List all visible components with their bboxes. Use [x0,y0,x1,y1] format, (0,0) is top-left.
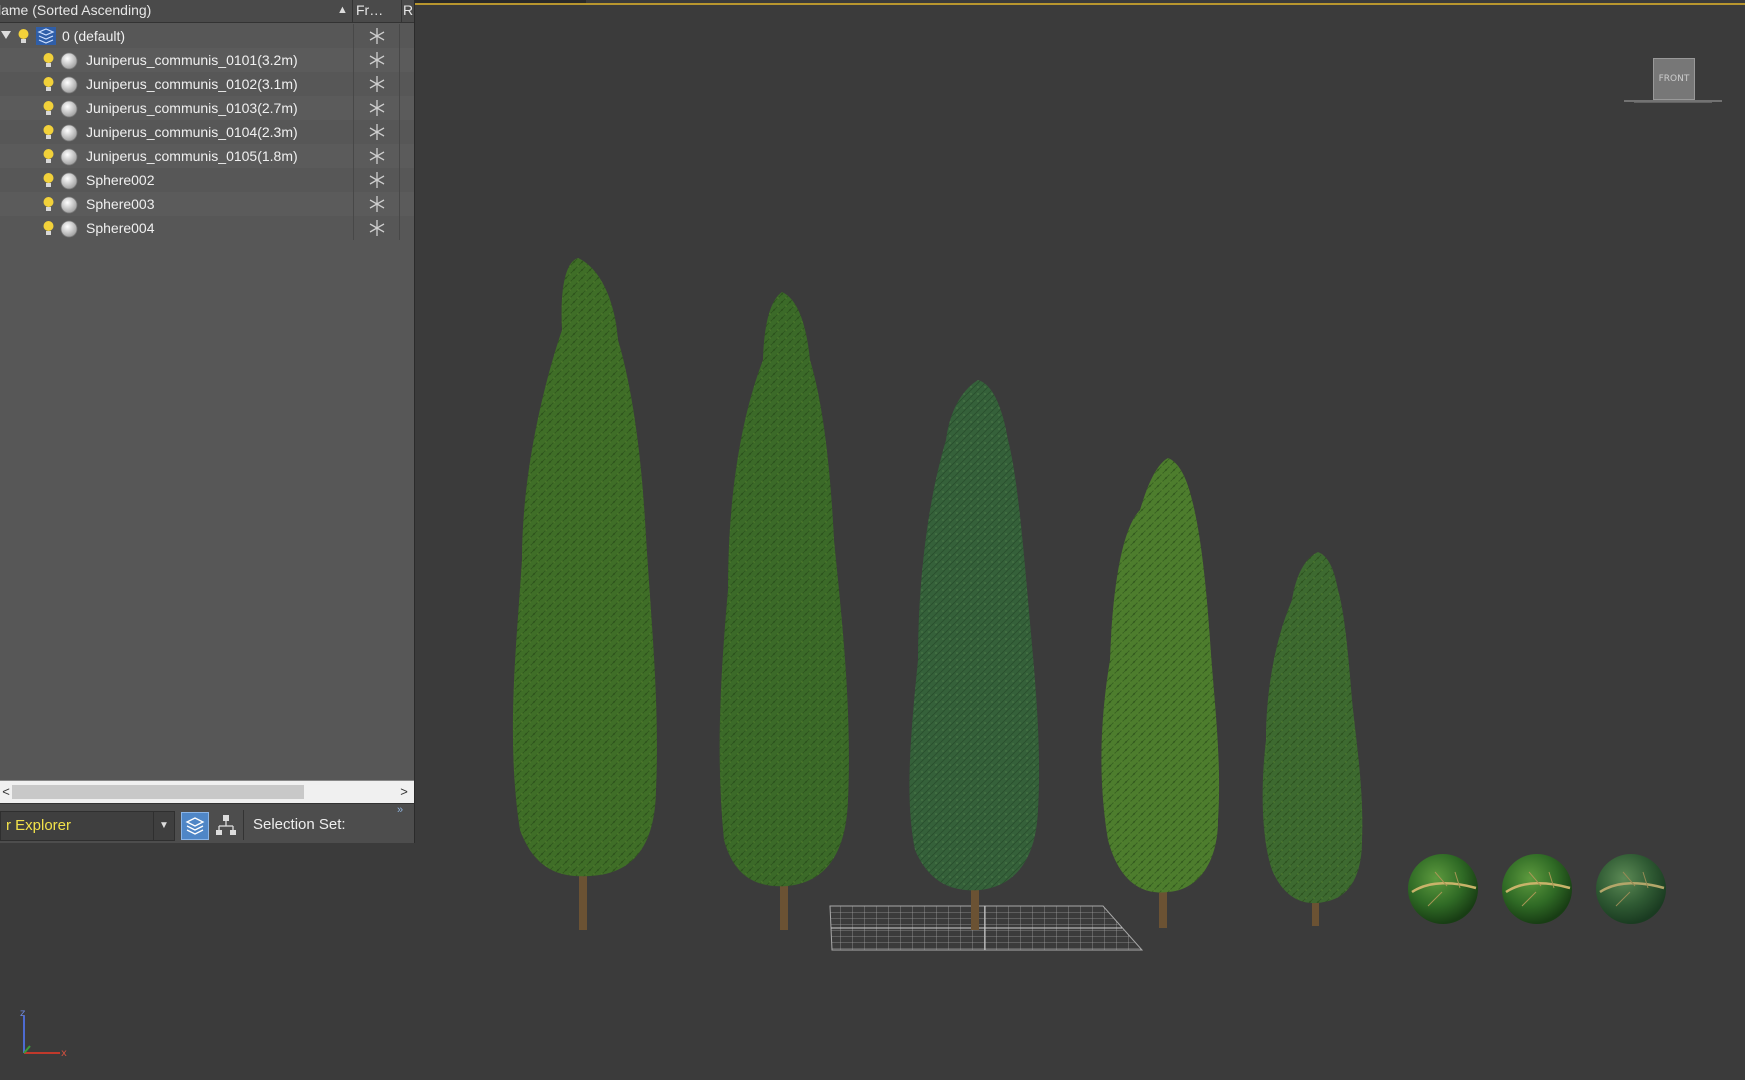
expand-arrow-icon[interactable] [1,31,11,39]
snowflake-icon[interactable] [368,75,386,93]
lightbulb-icon[interactable] [42,220,55,237]
column-header: lame (Sorted Ascending) ▲ Fr… R [0,0,414,23]
geometry-sphere-icon [60,220,78,238]
freeze-cell[interactable] [353,24,400,48]
object-name: Sphere002 [86,172,155,188]
geometry-sphere-icon [60,124,78,142]
object-name: Sphere004 [86,220,155,236]
axis-x-label: x [61,1048,67,1058]
column-freeze-header[interactable]: Fr… [353,0,402,22]
snowflake-icon[interactable] [368,219,386,237]
axis-tripod: z x [20,1008,67,1058]
lightbulb-icon[interactable] [42,76,55,93]
geometry-sphere-icon [60,76,78,94]
scroll-right-arrow[interactable]: > [394,781,414,803]
viewcube-compass[interactable] [1624,99,1722,103]
snowflake-icon[interactable] [368,51,386,69]
object-row[interactable]: Sphere004 [0,216,414,240]
lightbulb-icon[interactable] [42,124,55,141]
object-row[interactable]: Sphere002 [0,168,414,192]
freeze-cell[interactable] [353,48,400,72]
scrollbar-thumb[interactable] [12,785,304,799]
object-name: Juniperus_communis_0102(3.1m) [86,76,298,92]
snowflake-icon[interactable] [368,195,386,213]
freeze-cell[interactable] [353,216,400,240]
object-row[interactable]: Juniperus_communis_0102(3.1m) [0,72,414,96]
tree-juniperus-0104[interactable] [1101,458,1220,928]
layers-icon [185,817,205,835]
selection-set-label: Selection Set: [253,816,346,833]
sphere004[interactable] [1596,854,1666,924]
object-row[interactable]: Juniperus_communis_0105(1.8m) [0,144,414,168]
object-row[interactable]: Juniperus_communis_0103(2.7m) [0,96,414,120]
object-name: Juniperus_communis_0104(2.3m) [86,124,298,140]
snowflake-icon[interactable] [368,171,386,189]
lightbulb-icon[interactable] [42,100,55,117]
snowflake-icon[interactable] [368,147,386,165]
snowflake-icon[interactable] [368,99,386,117]
lightbulb-icon[interactable] [17,28,30,45]
layer-label: 0 (default) [62,28,126,44]
horizontal-scrollbar[interactable]: < > [0,780,414,804]
axis-z-label: z [20,1008,25,1019]
object-name: Juniperus_communis_0105(1.8m) [86,148,298,164]
snowflake-icon[interactable] [368,123,386,141]
object-name: Sphere003 [86,196,155,212]
scroll-left-arrow[interactable]: < [0,781,12,803]
column-render-label: R [403,2,414,18]
toolbar-overflow-icon[interactable]: » [397,804,403,816]
freeze-cell[interactable] [353,72,400,96]
layer-stack-icon [36,27,56,45]
freeze-cell[interactable] [353,192,400,216]
tree-juniperus-0102[interactable] [719,292,849,930]
column-freeze-label: Fr… [356,2,384,18]
sphere002[interactable] [1408,854,1478,924]
ground-grid [829,905,1144,951]
geometry-sphere-icon [60,148,78,166]
tree-juniperus-0105[interactable] [1262,552,1363,926]
tree-juniperus-0103[interactable] [909,380,1040,930]
object-row[interactable]: Juniperus_communis_0104(2.3m) [0,120,414,144]
freeze-cell[interactable] [353,144,400,168]
geometry-sphere-icon [60,100,78,118]
layer-row-default[interactable]: 0 (default) [0,24,414,48]
lightbulb-icon[interactable] [42,196,55,213]
geometry-sphere-icon [60,172,78,190]
freeze-cell[interactable] [353,168,400,192]
viewcube-label: FRONT [1658,74,1690,84]
lightbulb-icon[interactable] [42,52,55,69]
sort-by-layer-button[interactable] [181,812,209,840]
toolbar-divider [243,810,244,840]
viewcube[interactable]: FRONT [1653,58,1695,100]
freeze-cell[interactable] [353,120,400,144]
snowflake-icon[interactable] [368,27,386,45]
sort-ascending-icon: ▲ [337,4,348,16]
freeze-cell[interactable] [353,96,400,120]
object-row[interactable]: Sphere003 [0,192,414,216]
explorer-bottom-toolbar: r Explorer ▼ Selection Set: » [0,803,414,843]
object-name: Juniperus_communis_0103(2.7m) [86,100,298,116]
sphere003[interactable] [1502,854,1572,924]
hierarchy-icon [216,815,236,835]
explorer-dropdown-button[interactable]: ▼ [153,811,175,841]
column-name-label: lame (Sorted Ascending) [0,2,152,18]
column-render-header[interactable]: R [402,0,415,22]
geometry-sphere-icon [60,52,78,70]
lightbulb-icon[interactable] [42,172,55,189]
sort-by-hierarchy-button[interactable] [213,812,239,838]
scene-explorer-panel: lame (Sorted Ascending) ▲ Fr… R 0 (defau… [0,0,415,843]
explorer-type-selector[interactable]: r Explorer [0,811,154,841]
object-row[interactable]: Juniperus_communis_0101(3.2m) [0,48,414,72]
lightbulb-icon[interactable] [42,148,55,165]
column-name-header[interactable]: lame (Sorted Ascending) [0,0,353,22]
tree-juniperus-0101[interactable] [512,258,657,930]
geometry-sphere-icon [60,196,78,214]
object-name: Juniperus_communis_0101(3.2m) [86,52,298,68]
